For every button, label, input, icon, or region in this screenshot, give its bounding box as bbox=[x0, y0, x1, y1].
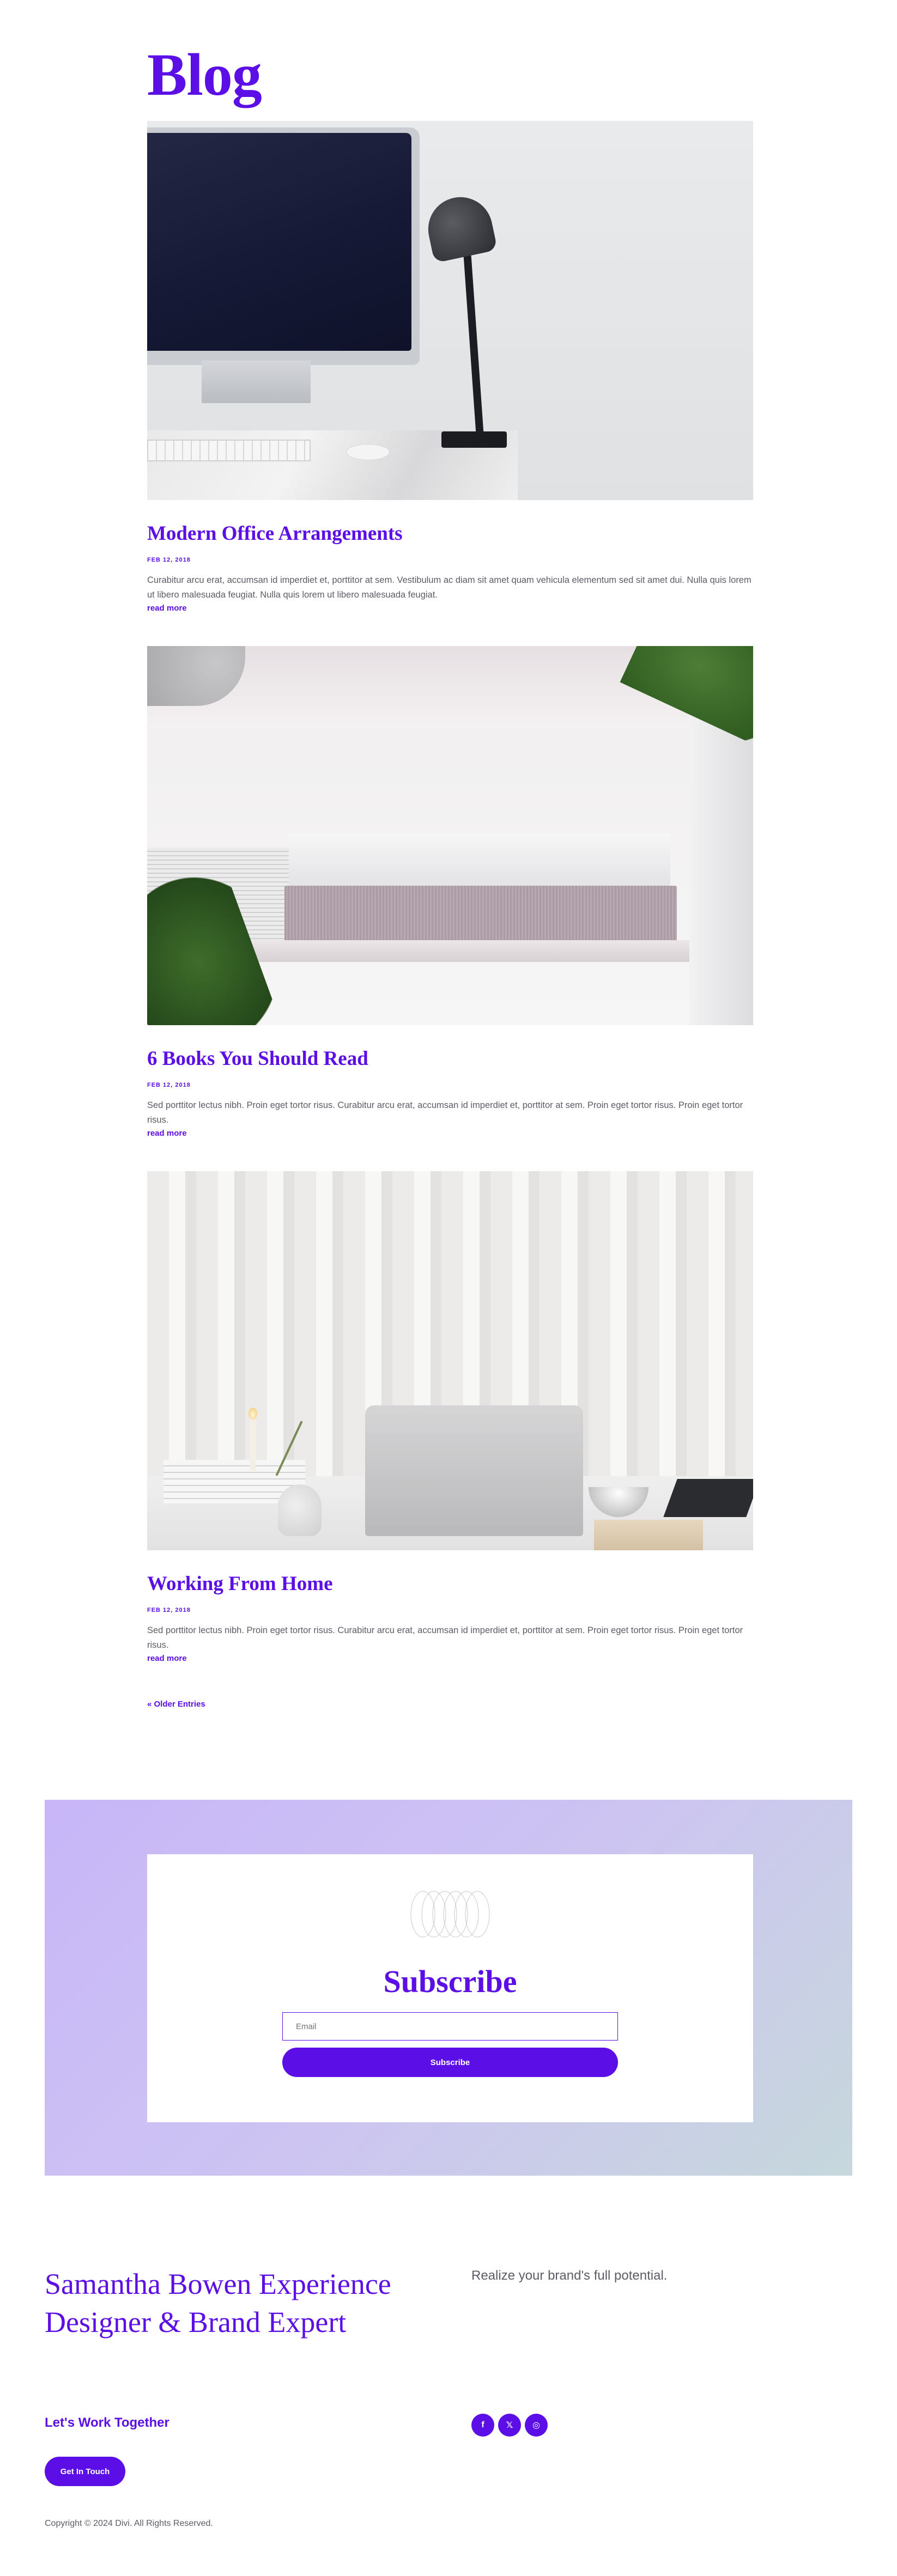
mouse-shape bbox=[346, 444, 390, 460]
lamp-base-shape bbox=[441, 431, 507, 448]
subscribe-button[interactable]: Subscribe bbox=[282, 2048, 618, 2077]
email-field[interactable] bbox=[282, 2012, 618, 2041]
post-date: FEB 12, 2018 bbox=[147, 1082, 191, 1089]
post-title[interactable]: Modern Office Arrangements bbox=[147, 522, 753, 546]
white-book-shape bbox=[289, 834, 670, 886]
tablet-shape bbox=[663, 1479, 753, 1517]
candle-shape bbox=[250, 1416, 256, 1471]
monitor-screen-shape bbox=[147, 133, 411, 351]
vase-shape bbox=[278, 1484, 322, 1536]
subscribe-card: Subscribe Subscribe bbox=[147, 1854, 753, 2122]
post-date: FEB 12, 2018 bbox=[147, 1607, 191, 1614]
blog-post: Working From Home FEB 12, 2018 Sed portt… bbox=[147, 1171, 753, 1664]
post-excerpt: Sed porttitor lectus nibh. Proin eget to… bbox=[147, 1100, 743, 1125]
box-shape bbox=[594, 1520, 703, 1550]
footer-tagline: Realize your brand's full potential. bbox=[471, 2268, 668, 2283]
blog-post: Modern Office Arrangements FEB 12, 2018 … bbox=[147, 121, 753, 613]
keyboard-shape bbox=[147, 440, 311, 461]
read-more-link[interactable]: read more bbox=[147, 604, 187, 613]
post-title[interactable]: Working From Home bbox=[147, 1572, 753, 1596]
footer-name-title: Samantha Bowen Experience Designer & Bra… bbox=[45, 2268, 391, 2339]
post-excerpt: Curabitur arcu erat, accumsan id imperdi… bbox=[147, 575, 751, 600]
subscribe-title: Subscribe bbox=[383, 1964, 517, 1999]
read-more-link[interactable]: read more bbox=[147, 1129, 187, 1138]
instagram-icon[interactable]: ◎ bbox=[525, 2414, 548, 2437]
blog-post: 6 Books You Should Read FEB 12, 2018 Sed… bbox=[147, 646, 753, 1138]
x-icon[interactable]: 𝕏 bbox=[498, 2414, 521, 2437]
spiral-ornament-icon bbox=[410, 1891, 490, 1938]
subscribe-section: Subscribe Subscribe bbox=[45, 1800, 852, 2176]
monitor-stand-shape bbox=[202, 361, 311, 403]
get-in-touch-button[interactable]: Get In Touch bbox=[45, 2457, 125, 2486]
laptop-shape bbox=[365, 1405, 583, 1536]
copyright-text: Copyright © 2024 Divi. All Rights Reserv… bbox=[45, 2519, 213, 2528]
facebook-icon[interactable]: f bbox=[471, 2414, 494, 2437]
older-entries-link[interactable]: « Older Entries bbox=[147, 1700, 205, 1709]
read-more-link[interactable]: read more bbox=[147, 1654, 187, 1663]
post-date: FEB 12, 2018 bbox=[147, 557, 191, 564]
post-image-books[interactable] bbox=[147, 646, 753, 1025]
post-image-office[interactable] bbox=[147, 121, 753, 500]
fabric-book-shape bbox=[284, 886, 677, 943]
footer-cta-heading: Let's Work Together bbox=[45, 2415, 169, 2430]
flame-shape bbox=[249, 1408, 257, 1420]
lamp-head-shape bbox=[422, 191, 498, 264]
post-title[interactable]: 6 Books You Should Read bbox=[147, 1047, 753, 1071]
post-excerpt: Sed porttitor lectus nibh. Proin eget to… bbox=[147, 1625, 743, 1651]
lamp-arm-shape bbox=[463, 251, 484, 437]
page-title: Blog bbox=[147, 41, 262, 108]
post-image-home-desk[interactable] bbox=[147, 1171, 753, 1550]
